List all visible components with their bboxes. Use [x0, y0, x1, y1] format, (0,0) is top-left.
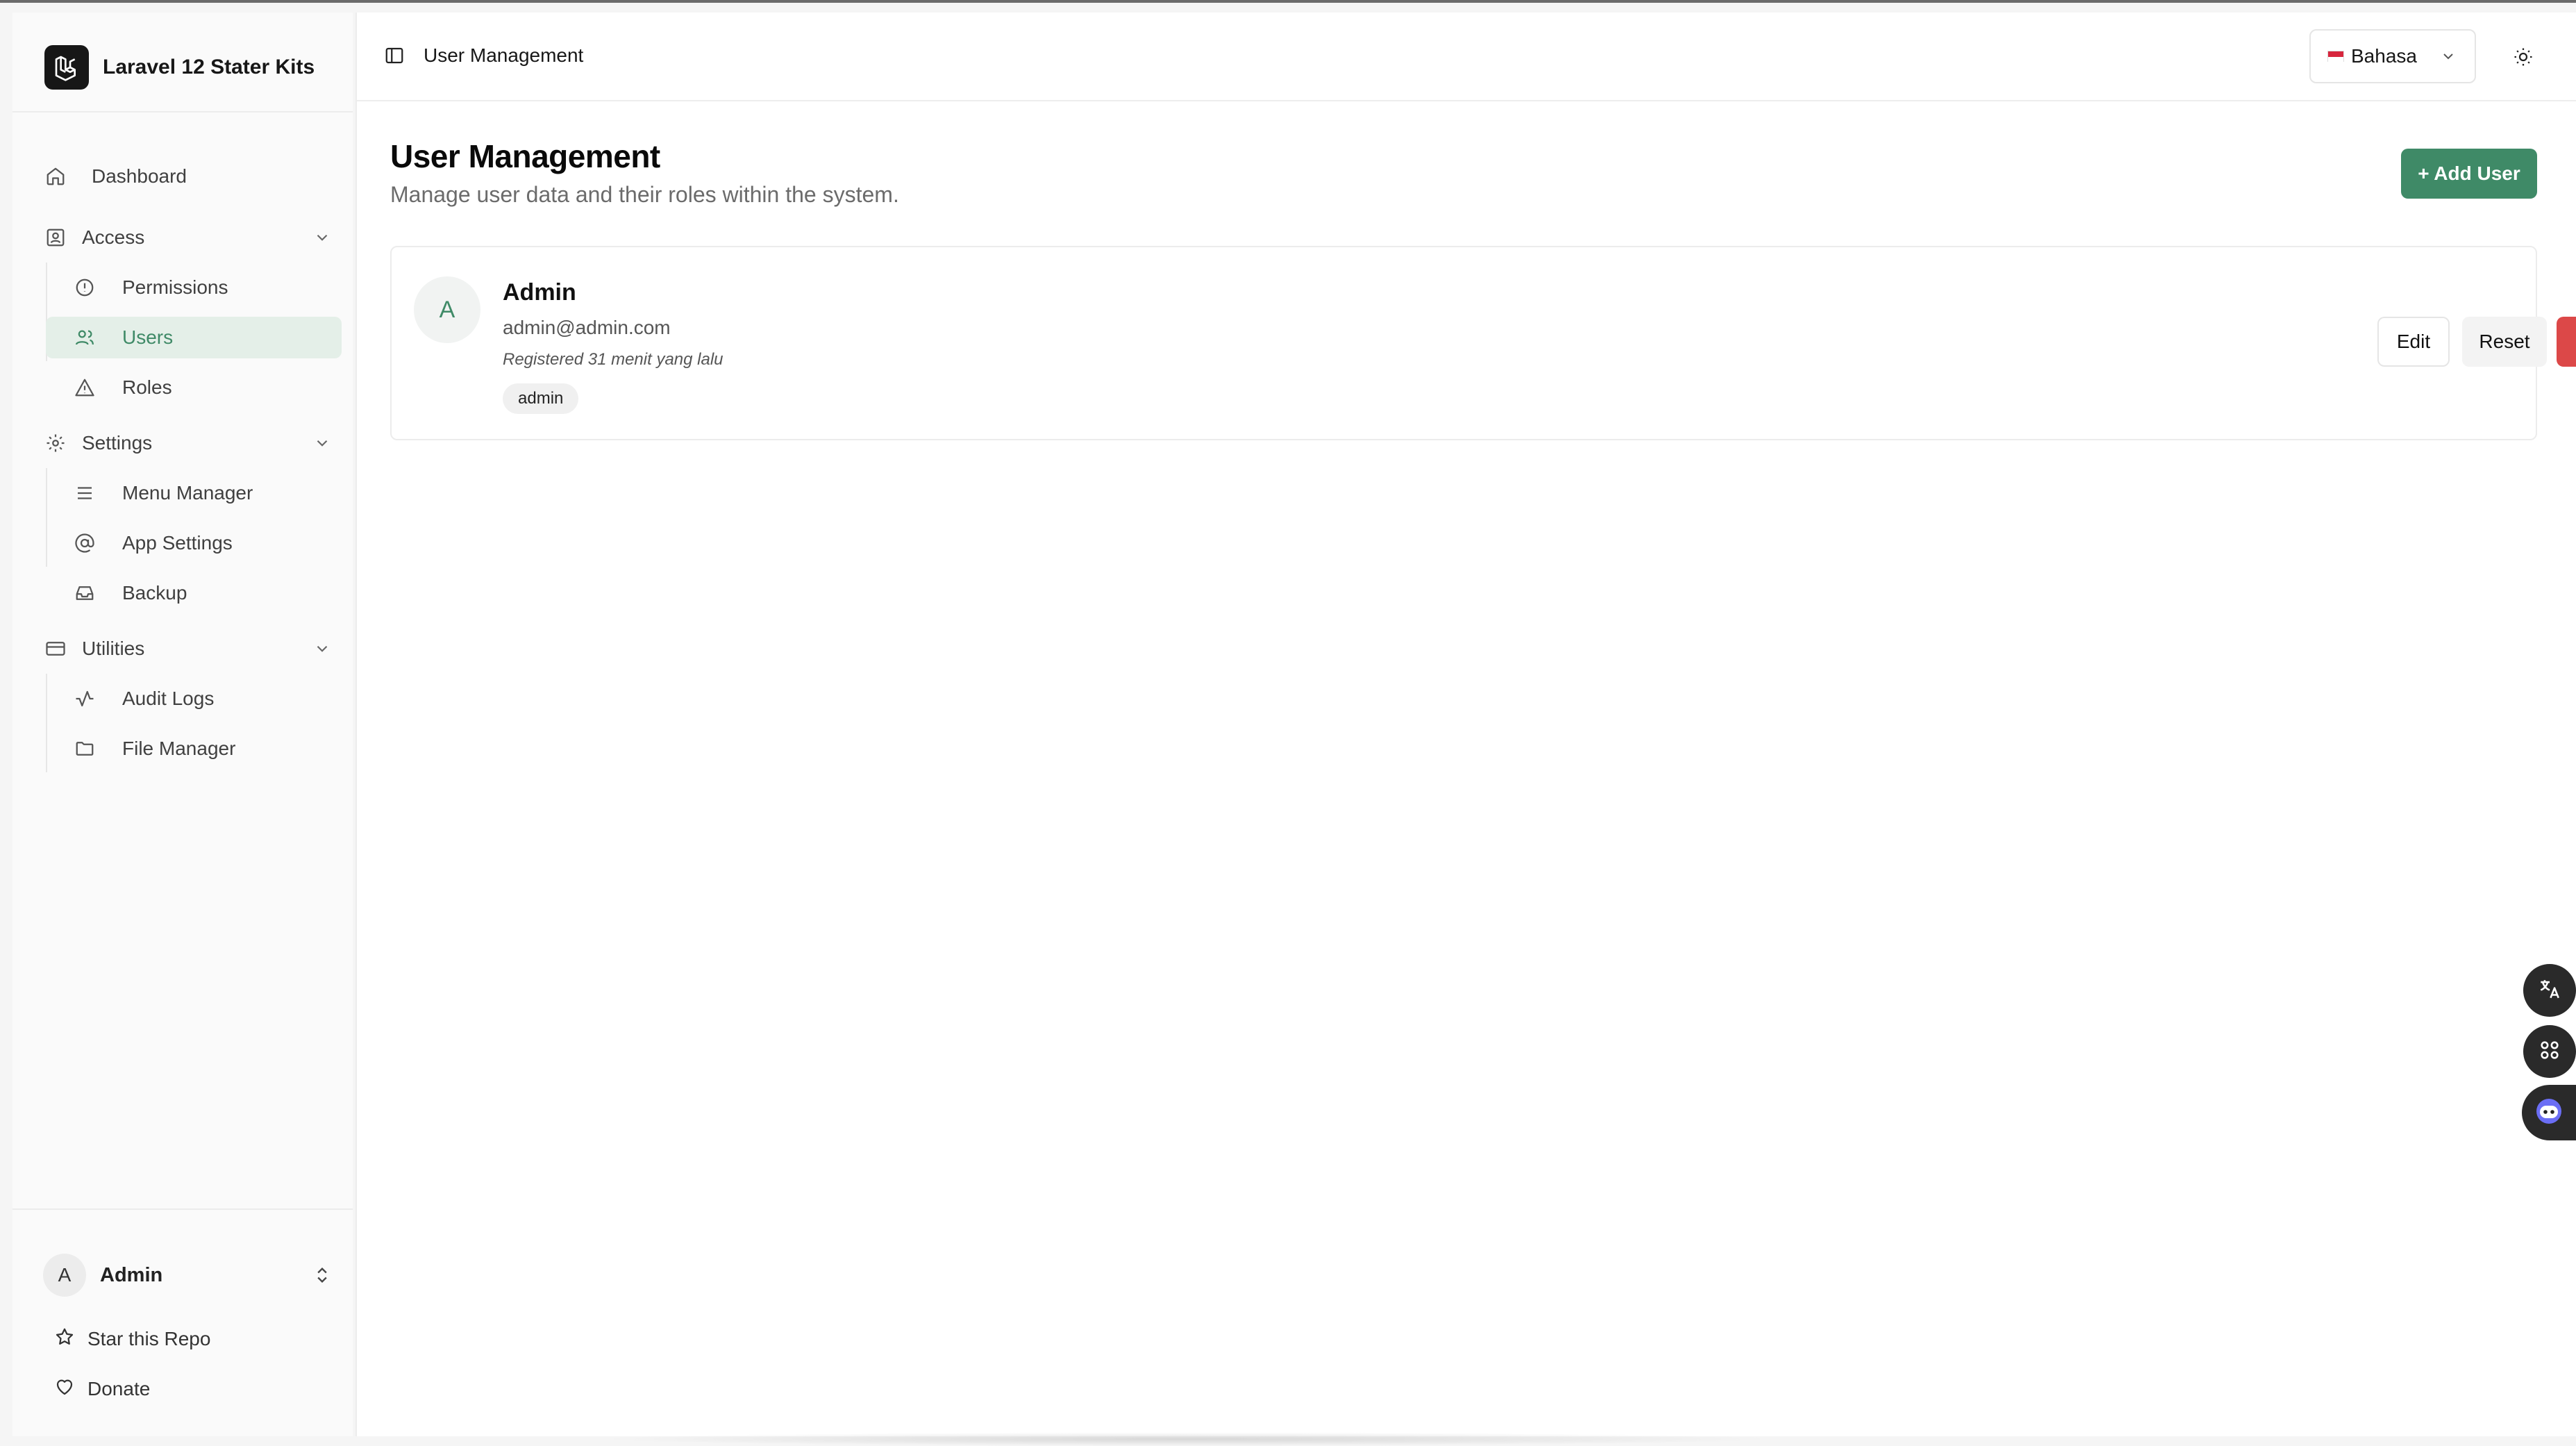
edit-button[interactable]: Edit	[2377, 317, 2450, 367]
indonesia-flag-icon	[2327, 51, 2344, 62]
language-select[interactable]: Bahasa	[2309, 29, 2476, 83]
user-name: Admin	[503, 279, 576, 306]
assistant-widget-button[interactable]	[2522, 1085, 2576, 1140]
chevron-down-icon	[2437, 45, 2459, 67]
avatar: A	[414, 276, 480, 343]
inbox-icon	[72, 581, 97, 606]
sidebar-item-menu-manager[interactable]: Menu Manager	[46, 472, 342, 514]
sidebar-item-label: Permissions	[122, 276, 228, 298]
sidebar-group-label: Utilities	[82, 638, 145, 659]
alert-circle-icon	[72, 275, 97, 300]
user-email: admin@admin.com	[503, 317, 671, 338]
user-card: A Admin admin@admin.com Registered 31 me…	[390, 246, 2576, 440]
sidebar-item-label: Audit Logs	[122, 688, 215, 709]
activity-icon	[72, 686, 97, 711]
user-registered: Registered 31 menit yang lalu	[503, 350, 724, 369]
sidebar-group-settings[interactable]: Settings	[43, 422, 342, 464]
sidebar-item-label: Users	[122, 326, 174, 348]
sidebar-item-app-settings[interactable]: App Settings	[46, 522, 342, 564]
sidebar-item-roles[interactable]: Roles	[46, 367, 342, 408]
sun-icon[interactable]	[2509, 43, 2537, 71]
delete-button[interactable]: Delete	[2557, 317, 2576, 367]
menu-icon	[72, 481, 97, 506]
user-name: Admin	[100, 1263, 163, 1286]
chevron-down-icon	[310, 431, 335, 456]
heart-icon	[54, 1377, 75, 1402]
sidebar-item-label: Roles	[122, 376, 172, 398]
bottom-shadow	[597, 1432, 1778, 1446]
reset-button[interactable]: Reset	[2462, 317, 2547, 367]
sidebar-item-permissions[interactable]: Permissions	[46, 267, 342, 308]
sidebar-divider	[12, 111, 353, 113]
sidebar-item-label: App Settings	[122, 532, 233, 554]
user-menu[interactable]: A Admin	[43, 1251, 342, 1299]
contact-icon	[43, 225, 68, 250]
translate-icon	[2538, 977, 2561, 1004]
at-sign-icon	[72, 531, 97, 556]
page-subtitle: Manage user data and their roles within …	[390, 182, 899, 207]
sidebar-item-users[interactable]: Users	[46, 317, 342, 358]
add-user-button[interactable]: + Add User	[2401, 149, 2537, 199]
chevrons-up-down-icon	[310, 1263, 335, 1288]
sidebar: Laravel 12 Stater Kits Dashboard Access …	[12, 13, 353, 1436]
sidebar-item-label: Dashboard	[92, 165, 187, 187]
link-label: Donate	[87, 1378, 151, 1399]
command-widget-button[interactable]	[2523, 1025, 2576, 1078]
main-content: User Management Bahasa User Management M…	[356, 13, 2576, 1436]
users-icon	[72, 325, 97, 350]
sidebar-group-label: Settings	[82, 432, 153, 454]
grid-icon	[2538, 1038, 2561, 1065]
link-label: Star this Repo	[87, 1328, 211, 1349]
triangle-alert-icon	[72, 375, 97, 400]
sidebar-item-dashboard[interactable]: Dashboard	[43, 156, 342, 197]
chevron-down-icon	[310, 636, 335, 661]
sidebar-item-file-manager[interactable]: File Manager	[46, 728, 342, 770]
star-repo-link[interactable]: Star this Repo	[54, 1318, 210, 1360]
language-label: Bahasa	[2351, 45, 2417, 67]
chevron-down-icon	[310, 225, 335, 250]
role-badge: admin	[503, 383, 579, 414]
translate-widget-button[interactable]	[2523, 964, 2576, 1017]
breadcrumb: User Management	[424, 44, 584, 66]
app-brand[interactable]: Laravel 12 Stater Kits	[44, 39, 315, 96]
bot-icon	[2532, 1095, 2566, 1131]
sidebar-group-access[interactable]: Access	[43, 217, 342, 258]
donate-link[interactable]: Donate	[54, 1368, 150, 1410]
credit-card-icon	[43, 636, 68, 661]
sidebar-item-audit-logs[interactable]: Audit Logs	[46, 678, 342, 720]
sidebar-divider	[12, 1208, 353, 1210]
folder-icon	[72, 736, 97, 761]
sidebar-item-label: File Manager	[122, 738, 236, 759]
sidebar-item-label: Backup	[122, 582, 187, 604]
top-header: User Management Bahasa	[357, 13, 2576, 101]
sidebar-item-backup[interactable]: Backup	[46, 572, 342, 614]
page-title: User Management	[390, 138, 660, 174]
home-icon	[43, 164, 68, 189]
gear-icon	[43, 431, 68, 456]
window-top-border	[0, 0, 2576, 3]
star-icon	[54, 1327, 75, 1352]
laravel-logo-icon	[44, 45, 89, 90]
panel-left-icon[interactable]	[382, 43, 407, 68]
sidebar-item-label: Menu Manager	[122, 482, 253, 504]
sidebar-group-utilities[interactable]: Utilities	[43, 628, 342, 670]
avatar: A	[43, 1254, 86, 1297]
sidebar-group-label: Access	[82, 226, 145, 248]
app-title: Laravel 12 Stater Kits	[103, 56, 315, 78]
